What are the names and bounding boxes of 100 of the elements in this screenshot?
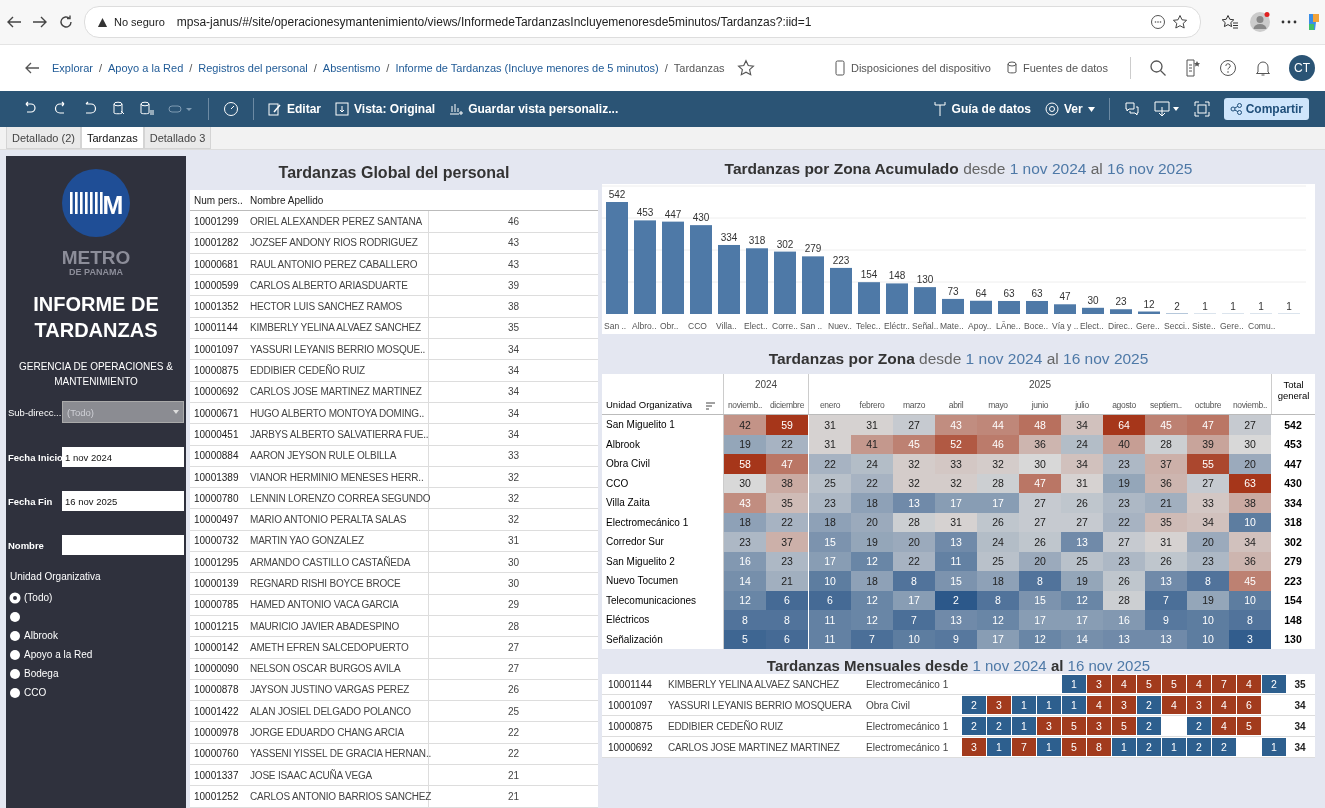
- breadcrumb-link[interactable]: Apoyo a la Red: [108, 62, 184, 74]
- profile-icon[interactable]: [1249, 11, 1271, 33]
- search-icon[interactable]: [1149, 59, 1167, 77]
- radio-button[interactable]: [10, 668, 20, 679]
- table-cell-text: 22: [506, 748, 521, 760]
- table-cell-text: 31: [506, 535, 521, 547]
- back-icon[interactable]: [24, 61, 40, 75]
- caret-icon: [173, 410, 179, 414]
- performance-icon[interactable]: [223, 101, 239, 117]
- month-cell: 1: [1112, 738, 1137, 756]
- heatmap-cell: 13: [1145, 571, 1187, 591]
- radio-button[interactable]: [10, 592, 20, 603]
- sort-icon[interactable]: [706, 402, 715, 410]
- more-icon[interactable]: [1281, 19, 1297, 25]
- heatmap-cell: 25: [977, 551, 1019, 571]
- document-icon[interactable]: [1185, 59, 1201, 77]
- total-cell-text: 318: [1283, 515, 1303, 531]
- report-subtitle: GERENCIA DE OPERACIONES & MANTENIMIENTO: [18, 360, 174, 389]
- heatmap-cell: 19: [724, 434, 766, 454]
- input-field[interactable]: [62, 535, 184, 555]
- help-icon[interactable]: [1219, 59, 1237, 77]
- favorites-icon[interactable]: [1221, 14, 1239, 30]
- radio-label: Bodega: [24, 668, 59, 679]
- axis-label: Señal..: [912, 321, 939, 331]
- forward-icon[interactable]: [32, 15, 48, 29]
- month-cell: 4: [1187, 675, 1212, 693]
- heatmap-cell: 31: [851, 415, 893, 435]
- month-cell: 3: [1037, 717, 1062, 735]
- share-icon: [1229, 103, 1242, 115]
- radio-button[interactable]: [10, 630, 20, 641]
- pause-updates-icon[interactable]: [140, 101, 154, 117]
- view-button[interactable]: Vista: Original: [335, 102, 436, 116]
- heatmap-cell: 46: [977, 434, 1019, 454]
- value-label: 63: [1003, 288, 1015, 299]
- value-label: 1: [1230, 300, 1236, 312]
- heatmap-cell: 21: [766, 571, 809, 591]
- address-bar[interactable]: No seguro mpsa-janus/#/site/operacionesymantenimiento/views/InformedeTardanzasIncluyemenoresde5minutos/Tardanzas?:iid=1: [84, 6, 1201, 38]
- more-options-icon[interactable]: [1150, 14, 1166, 30]
- refresh-data-icon[interactable]: [112, 101, 126, 117]
- input-field[interactable]: 16 nov 2025: [62, 491, 184, 511]
- breadcrumb-link[interactable]: Absentismo: [322, 62, 381, 74]
- reload-icon[interactable]: [58, 14, 74, 30]
- fullscreen-icon[interactable]: [1193, 101, 1210, 117]
- star-icon[interactable]: [1172, 14, 1188, 30]
- sheet-tab[interactable]: Detallado (2): [6, 127, 81, 149]
- month-header: junio: [1030, 400, 1050, 412]
- heatmap-cell: 35: [1145, 512, 1187, 532]
- radio-label: (Todo): [24, 592, 53, 603]
- heatmap-cell: 17: [893, 590, 935, 610]
- month-header: marzo: [901, 400, 927, 412]
- heatmap-cell: 47: [1019, 473, 1061, 493]
- table-cell: YASSURI LEYANIS BERRIO MOSQUE..: [246, 339, 429, 360]
- save-custom-view-button[interactable]: Guardar vista personaliz...: [449, 102, 619, 116]
- comment-icon[interactable]: [1123, 101, 1140, 117]
- breadcrumb-link[interactable]: Informe de Tardanzas (Incluye menores de 5 minutos): [395, 62, 659, 74]
- column-header: Unidad Organizativa: [606, 399, 693, 410]
- share-button[interactable]: Compartir: [1223, 98, 1309, 120]
- month-cell: 1: [1062, 675, 1087, 693]
- month-cell: 4: [1162, 696, 1187, 714]
- heatmap-cell: 8: [1019, 571, 1061, 591]
- back-icon[interactable]: [6, 15, 22, 29]
- radio-button[interactable]: [10, 649, 20, 660]
- heatmap-cell: 17: [1061, 610, 1103, 630]
- download-icon[interactable]: [1153, 101, 1180, 117]
- data-guide-button[interactable]: Guía de datos: [932, 101, 1031, 117]
- star-icon[interactable]: [736, 59, 755, 77]
- signpost-icon: [932, 101, 947, 117]
- input-field[interactable]: 1 nov 2024: [62, 447, 184, 467]
- total-cell-text: 35: [1293, 678, 1307, 690]
- table-cell: CARLOS ANTONIO BARRIOS SANCHEZ: [246, 786, 429, 807]
- total-cell-text: 34: [1293, 741, 1307, 753]
- heatmap-cell: 21: [1145, 493, 1187, 513]
- value-label: 542: [608, 189, 626, 200]
- month-cell: 2: [1137, 738, 1162, 756]
- month-cell: 7: [1012, 738, 1037, 756]
- month-cell: 3: [962, 738, 987, 756]
- assistant-icon[interactable]: [1307, 12, 1319, 32]
- sheet-tab[interactable]: Detallado 3: [143, 127, 212, 149]
- bar: [942, 298, 964, 314]
- breadcrumb-link[interactable]: Registros del personal: [198, 62, 308, 74]
- heatmap-cell: 31: [809, 434, 851, 454]
- sheet-tab[interactable]: Tardanzas: [81, 127, 144, 149]
- radio-button[interactable]: [10, 687, 20, 698]
- bell-icon[interactable]: [1255, 59, 1271, 77]
- heatmap-cell: 22: [893, 551, 935, 571]
- view-menu-button[interactable]: Ver: [1044, 102, 1095, 116]
- heatmap-cell: 20: [1019, 551, 1061, 571]
- heatmap-cell: 11: [935, 551, 977, 571]
- month-cell: 4: [1112, 675, 1137, 693]
- table-cell-text: 26: [506, 684, 521, 696]
- heatmap-cell: 6: [766, 590, 809, 610]
- user-avatar[interactable]: CT: [1289, 55, 1315, 81]
- edit-button[interactable]: Editar: [268, 102, 321, 116]
- heatmap-cell: 12: [724, 590, 766, 610]
- heatmap-cell: 38: [1229, 493, 1271, 513]
- breadcrumb-link[interactable]: Explorar: [52, 62, 93, 74]
- radio-button[interactable]: [10, 611, 20, 622]
- table-cell-text: 10001252: [193, 790, 240, 802]
- data-sources-button[interactable]: Fuentes de datos: [1007, 61, 1108, 75]
- device-layouts-button[interactable]: Disposiciones del dispositivo: [834, 60, 991, 76]
